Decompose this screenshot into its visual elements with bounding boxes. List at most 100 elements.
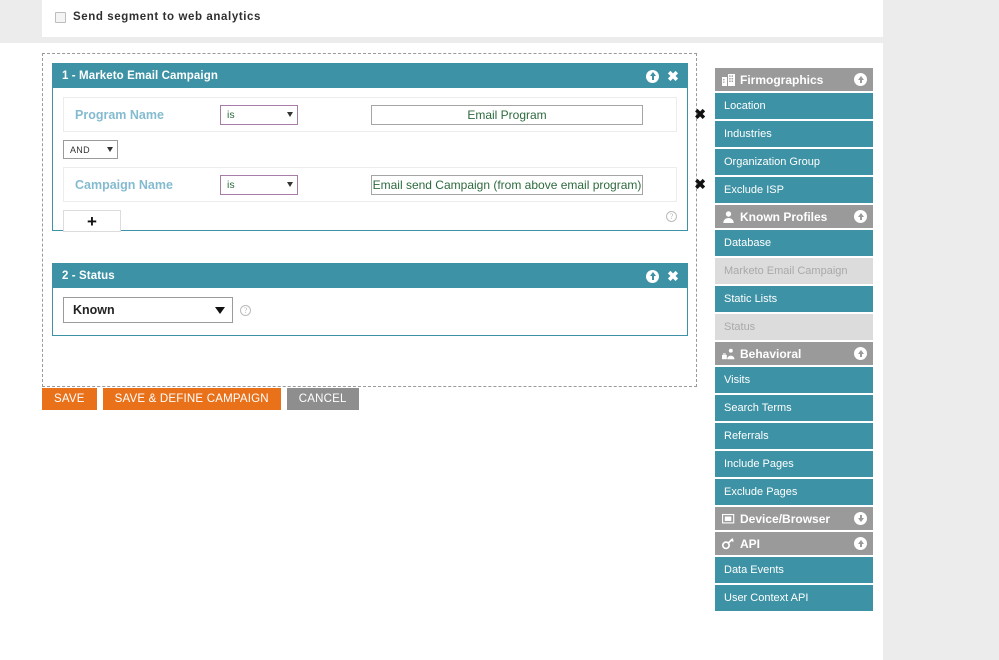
palette-section: Behavioral Visits Search Terms Referrals Inc… <box>715 342 873 505</box>
palette-item-label: Search Terms <box>724 402 792 414</box>
rule-row: Program Name is Email Program ✖ <box>63 97 706 132</box>
palette-item-label: Data Events <box>724 564 784 576</box>
collapse-icon[interactable] <box>854 210 867 223</box>
analytics-option-bar: Send segment to web analytics <box>42 0 883 37</box>
help-icon[interactable]: ? <box>666 211 677 222</box>
attribute-palette: Firmographics Location Industries Organizat… <box>705 43 883 611</box>
palette-item-label: Visits <box>724 374 751 386</box>
palette-item-label: Status <box>724 321 756 333</box>
status-select-value: Known <box>73 303 115 317</box>
collapse-icon[interactable] <box>854 73 867 86</box>
rule-group-2: 2 - Status ✖ Known ? <box>52 263 688 336</box>
rule-value-text: Email Program <box>467 107 547 122</box>
palette-item[interactable]: Include Pages <box>715 451 873 477</box>
action-button-bar: SAVE SAVE & DEFINE CAMPAIGN CANCEL <box>42 388 359 410</box>
cancel-button[interactable]: CANCEL <box>286 388 359 410</box>
rule-operator-select[interactable]: is <box>220 174 298 195</box>
chevron-down-icon <box>107 147 113 152</box>
palette-item[interactable]: Referrals <box>715 423 873 449</box>
palette-item-label: Exclude ISP <box>724 184 784 196</box>
palette-section: Firmographics Location Industries Organizat… <box>715 68 873 203</box>
help-icon[interactable]: ? <box>240 304 251 316</box>
rule-operator-value: is <box>227 178 235 191</box>
attribute-palette-card: Firmographics Location Industries Organizat… <box>705 43 883 641</box>
palette-item[interactable]: Database <box>715 230 873 256</box>
palette-item-label: Database <box>724 237 772 249</box>
palette-item-label: Include Pages <box>724 458 794 470</box>
palette-item: Status <box>715 314 873 340</box>
monitor-icon <box>722 513 735 525</box>
palette-section-title: API <box>740 536 761 551</box>
save-button[interactable]: SAVE <box>42 388 97 410</box>
palette-section-header[interactable]: Known Profiles <box>715 205 873 228</box>
collapse-icon[interactable] <box>854 537 867 550</box>
send-segment-checkbox[interactable] <box>55 11 66 23</box>
palette-item-label: Exclude Pages <box>724 486 798 498</box>
palette-item[interactable]: Static Lists <box>715 286 873 312</box>
rule-field-label: Campaign Name <box>75 177 173 192</box>
palette-section: API Data Events User Context API <box>715 532 873 611</box>
palette-item[interactable]: Exclude Pages <box>715 479 873 505</box>
send-segment-label: Send segment to web analytics <box>73 11 262 23</box>
palette-item[interactable]: Search Terms <box>715 395 873 421</box>
palette-section-header[interactable]: Behavioral <box>715 342 873 365</box>
palette-item-label: Static Lists <box>724 293 778 305</box>
rule-joiner-value: AND <box>70 144 90 155</box>
close-icon[interactable]: ✖ <box>667 69 679 83</box>
palette-item[interactable]: Industries <box>715 121 873 147</box>
chevron-down-icon <box>287 112 293 117</box>
palette-item-label: Marketo Email Campaign <box>724 265 848 277</box>
expand-icon[interactable] <box>854 512 867 525</box>
palette-section: Device/Browser <box>715 507 873 530</box>
palette-section-title: Device/Browser <box>740 511 831 526</box>
palette-section-title: Behavioral <box>740 346 802 361</box>
palette-item-label: Referrals <box>724 430 769 442</box>
palette-item-label: Location <box>724 100 766 112</box>
palette-item[interactable]: Organization Group <box>715 149 873 175</box>
rule-field-label: Program Name <box>75 107 164 122</box>
palette-item-label: User Context API <box>724 592 809 604</box>
palette-section-title: Known Profiles <box>740 209 828 224</box>
rule-value-text: Email send Campaign (from above email pr… <box>372 177 642 192</box>
rule-operator-value: is <box>227 108 235 121</box>
palette-section-header[interactable]: Firmographics <box>715 68 873 91</box>
chevron-down-icon <box>287 182 293 187</box>
palette-section-title: Firmographics <box>740 72 824 87</box>
rule-group-2-title: 2 - Status <box>62 270 115 282</box>
gear-icon <box>722 537 735 550</box>
person-icon <box>722 210 735 223</box>
palette-item: Marketo Email Campaign <box>715 258 873 284</box>
rule-group-1-body: Program Name is Email Program ✖ AND Camp… <box>53 88 706 232</box>
rule-group-2-header: 2 - Status ✖ <box>53 264 687 288</box>
palette-section: Known Profiles Database Marketo Email Camp… <box>715 205 873 340</box>
rule-joiner-select[interactable]: AND <box>63 140 118 159</box>
palette-item[interactable]: Exclude ISP <box>715 177 873 203</box>
rule-value-input[interactable]: Email Program <box>371 104 643 125</box>
rule-group-1-title: 1 - Marketo Email Campaign <box>62 70 218 82</box>
palette-section-header[interactable]: API <box>715 532 873 555</box>
chevron-down-icon <box>215 306 225 314</box>
rule-group-1: 1 - Marketo Email Campaign ✖ Program Nam… <box>52 63 706 232</box>
rule-group-2-body: Known ? <box>53 288 687 323</box>
rule-operator-select[interactable]: is <box>220 104 298 125</box>
palette-item-label: Industries <box>724 128 772 140</box>
save-and-define-campaign-button[interactable]: SAVE & DEFINE CAMPAIGN <box>102 388 281 410</box>
palette-item[interactable]: Visits <box>715 367 873 393</box>
send-segment-checkbox-row[interactable]: Send segment to web analytics <box>55 11 261 23</box>
rule-group-1-header: 1 - Marketo Email Campaign ✖ <box>53 64 687 88</box>
rule-value-input[interactable]: Email send Campaign (from above email pr… <box>371 174 643 195</box>
palette-section-header[interactable]: Device/Browser <box>715 507 873 530</box>
behavioral-icon <box>722 348 735 360</box>
collapse-icon[interactable] <box>646 269 660 283</box>
palette-item[interactable]: Location <box>715 93 873 119</box>
building-icon <box>722 73 735 86</box>
collapse-icon[interactable] <box>646 69 660 83</box>
rule-row: Campaign Name is Email send Campaign (fr… <box>63 167 706 202</box>
close-icon[interactable]: ✖ <box>667 269 679 283</box>
collapse-icon[interactable] <box>854 347 867 360</box>
palette-item[interactable]: User Context API <box>715 585 873 611</box>
add-rule-button[interactable]: + <box>63 210 121 232</box>
palette-item[interactable]: Data Events <box>715 557 873 583</box>
status-select[interactable]: Known <box>63 297 233 323</box>
rule-builder-dropzone[interactable]: 1 - Marketo Email Campaign ✖ Program Nam… <box>42 53 706 387</box>
